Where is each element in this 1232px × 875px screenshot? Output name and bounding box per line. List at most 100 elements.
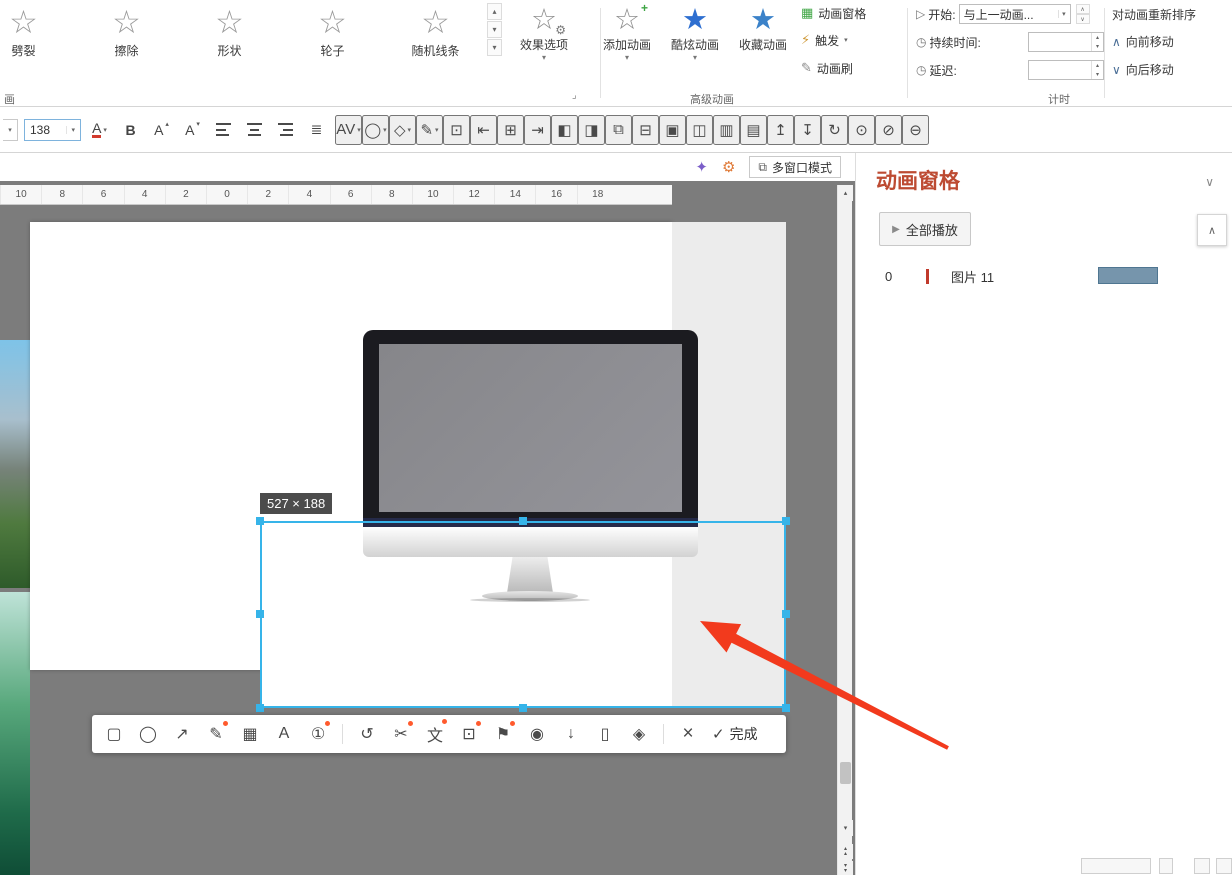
ungroup-objects-icon[interactable]: ◫ ▾ bbox=[686, 115, 713, 145]
align-center-button[interactable] bbox=[242, 115, 267, 145]
font-color-button[interactable]: A ▾ bbox=[87, 115, 112, 145]
align-top-icon[interactable]: ↥ ▾ bbox=[767, 115, 794, 145]
gallery-more-button[interactable]: ▾ bbox=[487, 39, 502, 56]
selection-handle-w[interactable] bbox=[256, 610, 264, 618]
intersect-shapes-icon[interactable]: ⊖ ▾ bbox=[902, 115, 929, 145]
pin-icon[interactable]: ⚑ bbox=[493, 724, 513, 744]
align-left-objects-icon[interactable]: ⇤ ▾ bbox=[470, 115, 497, 145]
selection-handle-se[interactable] bbox=[782, 704, 790, 712]
next-slide-button[interactable]: ▾▾ bbox=[838, 861, 853, 875]
smart-effects-icon[interactable]: ✦ bbox=[695, 158, 708, 176]
effect-shape[interactable]: ☆ 形状 bbox=[178, 0, 281, 59]
settings-gear-icon[interactable]: ⚙ bbox=[722, 158, 735, 176]
phone-transfer-icon[interactable]: ▯ bbox=[595, 724, 615, 744]
step-number-tool-icon[interactable]: ① bbox=[308, 724, 328, 744]
selection-handle-ne[interactable] bbox=[782, 517, 790, 525]
record-icon[interactable]: ◉ bbox=[527, 724, 547, 744]
finish-capture-button[interactable]: ✓ 完成 bbox=[712, 724, 758, 744]
shape-outline-icon[interactable]: ✎ ▾ bbox=[416, 115, 443, 145]
undo-icon[interactable]: ↺ bbox=[357, 724, 377, 744]
zoom-spinner-partial[interactable] bbox=[1159, 858, 1173, 874]
scroll-up-button[interactable]: ▴ bbox=[838, 185, 853, 201]
effect-wheel[interactable]: ☆ 轮子 bbox=[281, 0, 384, 59]
bring-to-front-icon[interactable]: ⧉ ▾ bbox=[605, 115, 632, 145]
trigger-button[interactable]: ⚡ 触发 ▾ bbox=[801, 30, 848, 50]
slide-thumbnail-2[interactable] bbox=[0, 592, 30, 875]
previous-slide-button[interactable]: ▴▴ bbox=[838, 844, 853, 859]
effect-random-lines[interactable]: ☆ 随机线条 bbox=[384, 0, 487, 59]
selection-handle-nw[interactable] bbox=[256, 517, 264, 525]
ocr-icon[interactable]: ⊡ bbox=[459, 724, 479, 744]
shrink-font-button[interactable]: A▾ bbox=[180, 115, 205, 145]
align-right-button[interactable] bbox=[273, 115, 298, 145]
rotate-object-icon[interactable]: ↻ ▾ bbox=[821, 115, 848, 145]
pane-button-partial[interactable] bbox=[1194, 858, 1210, 874]
grow-font-button[interactable]: A▴ bbox=[149, 115, 174, 145]
start-spinner[interactable]: ∧∨ bbox=[1076, 4, 1090, 24]
font-size-combo[interactable]: 138 ▾ bbox=[24, 119, 81, 141]
send-to-back-icon[interactable]: ⊟ ▾ bbox=[632, 115, 659, 145]
move-earlier-button[interactable]: ∧ 向前移动 bbox=[1112, 33, 1174, 50]
ellipse-tool-icon[interactable]: ◯ bbox=[138, 724, 158, 744]
align-left-button[interactable] bbox=[211, 115, 236, 145]
delay-input[interactable]: ▴▾ bbox=[1028, 60, 1104, 80]
font-name-combo-partial[interactable]: ▾ bbox=[3, 119, 18, 141]
gallery-scroll-down-button[interactable]: ▾ bbox=[487, 21, 502, 38]
move-later-button[interactable]: ∨ 向后移动 bbox=[1112, 61, 1174, 78]
send-backward-icon[interactable]: ◨ ▾ bbox=[578, 115, 605, 145]
letter-spacing-icon[interactable]: AV ▾ bbox=[335, 115, 362, 145]
rect-tool-icon[interactable]: ▢ bbox=[104, 724, 124, 744]
line-spacing-button[interactable]: ≣ bbox=[304, 115, 329, 145]
favorite-animation-button[interactable]: ★ 收藏动画 bbox=[732, 2, 794, 53]
gallery-scroll-up-button[interactable]: ▴ bbox=[487, 3, 502, 20]
save-icon[interactable]: ↓ bbox=[561, 725, 581, 743]
effect-split[interactable]: ☆ 劈裂 bbox=[0, 0, 75, 59]
shape-fill-icon[interactable]: ◇ ▾ bbox=[389, 115, 416, 145]
cool-animation-button[interactable]: ★ 酷炫动画 ▾ bbox=[664, 2, 726, 63]
pane-button-partial[interactable] bbox=[1216, 858, 1232, 874]
subtract-shapes-icon[interactable]: ⊘ ▾ bbox=[875, 115, 902, 145]
insert-shape-icon[interactable]: ◯ ▾ bbox=[362, 115, 389, 145]
capture-selection-rect[interactable] bbox=[260, 521, 786, 708]
selection-handle-s[interactable] bbox=[519, 704, 527, 712]
duration-input[interactable]: ▴▾ bbox=[1028, 32, 1104, 52]
scroll-down-button[interactable]: ▾ bbox=[838, 820, 853, 836]
arrow-tool-icon[interactable]: ↗ bbox=[172, 724, 192, 744]
animation-list-item[interactable]: 0 图片 11 bbox=[856, 261, 1232, 291]
delay-spinner[interactable]: ▴▾ bbox=[1091, 61, 1103, 79]
pen-tool-icon[interactable]: ✎ bbox=[206, 724, 226, 744]
animation-timeline-bar[interactable] bbox=[1098, 267, 1158, 284]
effect-wipe[interactable]: ☆ 擦除 bbox=[75, 0, 178, 59]
text-effects-icon[interactable]: ⊡ ▾ bbox=[443, 115, 470, 145]
cancel-capture-button[interactable]: × bbox=[678, 723, 698, 745]
effect-options-button[interactable]: ☆⚙ 效果选项 ▾ bbox=[513, 2, 575, 63]
scrollbar-thumb[interactable] bbox=[840, 762, 851, 784]
duration-spinner[interactable]: ▴▾ bbox=[1091, 33, 1103, 51]
bring-forward-icon[interactable]: ◧ ▾ bbox=[551, 115, 578, 145]
align-center-objects-icon[interactable]: ⊞ ▾ bbox=[497, 115, 524, 145]
bookmark-icon[interactable]: ◈ bbox=[629, 724, 649, 744]
chevron-down-icon[interactable]: ∨ bbox=[1205, 175, 1214, 189]
slide-thumbnail-1[interactable] bbox=[0, 340, 30, 588]
align-bottom-icon[interactable]: ↧ ▾ bbox=[794, 115, 821, 145]
collapse-pane-button[interactable]: ∧ bbox=[1197, 214, 1227, 246]
translate-icon[interactable]: 文 bbox=[425, 722, 445, 746]
seconds-dropdown-partial[interactable] bbox=[1081, 858, 1151, 874]
selection-handle-e[interactable] bbox=[782, 610, 790, 618]
merge-shapes-icon[interactable]: ⊙ ▾ bbox=[848, 115, 875, 145]
bold-button[interactable]: B bbox=[118, 115, 143, 145]
multi-window-mode-button[interactable]: ⧉ 多窗口模式 bbox=[749, 156, 841, 178]
animation-painter-button[interactable]: ✎ 动画刷 bbox=[801, 58, 853, 78]
play-all-button[interactable]: ▶ 全部播放 bbox=[879, 212, 971, 246]
mosaic-tool-icon[interactable]: ▦ bbox=[240, 724, 260, 744]
selection-handle-n[interactable] bbox=[519, 517, 527, 525]
region-capture-icon[interactable]: ✂ bbox=[391, 724, 411, 744]
animation-pane-button[interactable]: ▦ 动画窗格 bbox=[801, 3, 866, 23]
align-right-objects-icon[interactable]: ⇥ ▾ bbox=[524, 115, 551, 145]
add-animation-button[interactable]: ☆+ 添加动画 ▾ bbox=[596, 2, 658, 63]
selection-handle-sw[interactable] bbox=[256, 704, 264, 712]
distribute-horizontal-icon[interactable]: ▥ ▾ bbox=[713, 115, 740, 145]
dialog-launcher-icon[interactable]: ⌟ bbox=[572, 90, 577, 101]
start-combo[interactable]: 与上一动画... ▾ bbox=[959, 4, 1071, 24]
distribute-vertical-icon[interactable]: ▤ ▾ bbox=[740, 115, 767, 145]
